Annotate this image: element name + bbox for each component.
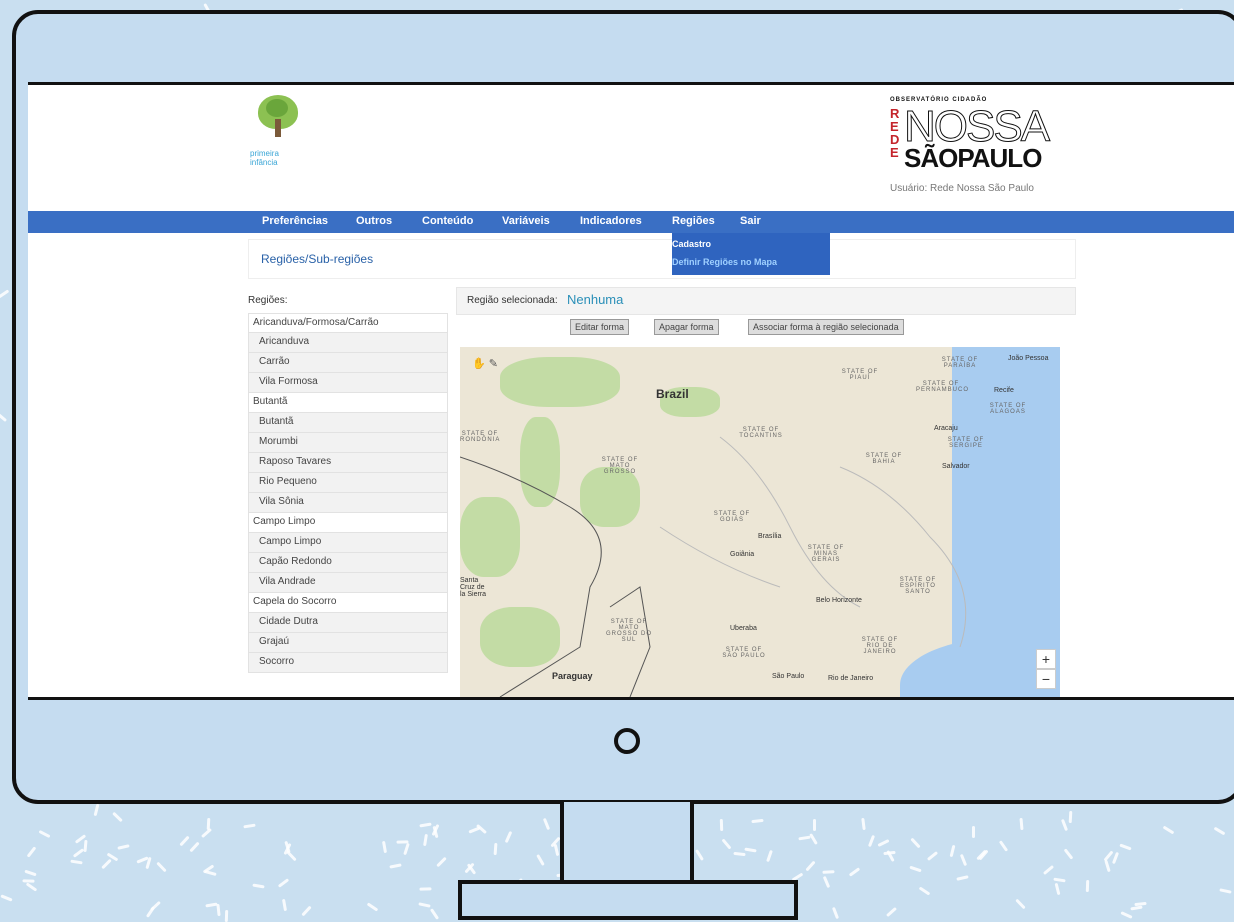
map-city-label: João Pessoa	[1008, 355, 1049, 362]
selected-region-value: Nenhuma	[567, 292, 624, 307]
subregion-item[interactable]: Campo Limpo	[248, 533, 448, 553]
browser-screen: primeira infância OBSERVATÓRIO CIDADÃO R…	[28, 82, 1234, 700]
regions-label: Regiões:	[248, 295, 288, 306]
power-button-icon	[614, 728, 640, 754]
map-state-label: STATE OF PIAUÍ	[841, 369, 879, 381]
monitor-stand-neck	[560, 802, 694, 882]
nav-preferencias[interactable]: Preferências	[262, 215, 328, 227]
subregion-item[interactable]: Raposo Tavares	[248, 453, 448, 473]
associate-shape-button[interactable]: Associar forma à região selecionada	[748, 319, 904, 335]
map-state-label: STATE OF GOIÁS	[713, 511, 751, 523]
map-city-label: Brasília	[758, 533, 782, 540]
map-city-label: Goiânia	[730, 551, 755, 558]
nav-sair[interactable]: Sair	[740, 215, 761, 227]
subregion-item[interactable]: Cidade Dutra	[248, 613, 448, 633]
map-state-label: STATE OF SÃO PAULO	[722, 647, 766, 659]
subregion-item[interactable]: Vila Formosa	[248, 373, 448, 393]
map-state-label: STATE OF RONDÔNIA	[460, 431, 501, 443]
subregion-item[interactable]: Socorro	[248, 653, 448, 673]
subregion-item[interactable]: Capão Redondo	[248, 553, 448, 573]
map-view[interactable]: ✋ ✎ Brazil Paraguay STATE OF PIAUÍ STATE…	[460, 347, 1060, 697]
user-label: Usuário: Rede Nossa São Paulo	[890, 183, 1034, 194]
monitor-frame: primeira infância OBSERVATÓRIO CIDADÃO R…	[12, 10, 1234, 804]
rede-nossa-sao-paulo-logo: OBSERVATÓRIO CIDADÃO REDE NOSSA SÃOPAULO…	[890, 97, 1060, 207]
page-title: Regiões/Sub-regiões	[261, 252, 374, 266]
subregion-item[interactable]: Vila Sônia	[248, 493, 448, 513]
subregion-item[interactable]: Morumbi	[248, 433, 448, 453]
logo-sao-paulo-text: SÃOPAULO	[904, 143, 1042, 173]
map-city-label: Recife	[994, 387, 1014, 394]
map-label-paraguay: Paraguay	[552, 671, 593, 681]
map-state-label: STATE OF PARAÍBA	[941, 357, 979, 369]
map-city-label: Aracaju	[934, 425, 958, 432]
subregion-item[interactable]: Butantã	[248, 413, 448, 433]
nav-conteudo[interactable]: Conteúdo	[422, 215, 473, 227]
region-item[interactable]: Butantã	[248, 393, 448, 413]
nav-regioes[interactable]: Regiões	[672, 215, 715, 227]
map-state-label: STATE OF ESPÍRITO SANTO	[899, 577, 937, 595]
subregion-item[interactable]: Vila Andrade	[248, 573, 448, 593]
delete-shape-button[interactable]: Apagar forma	[654, 319, 719, 335]
map-state-label: STATE OF ALAGOAS	[989, 403, 1027, 415]
map-state-label: STATE OF RIO DE JANEIRO	[861, 637, 899, 655]
logo-left-text: primeira infância	[250, 149, 279, 167]
monitor-stand-base	[458, 880, 798, 920]
region-item[interactable]: Campo Limpo	[248, 513, 448, 533]
map-city-label: Santa Cruz de la Sierra	[460, 577, 487, 598]
zoom-in-button[interactable]: +	[1036, 649, 1056, 669]
subregion-item[interactable]: Aricanduva	[248, 333, 448, 353]
subregion-item[interactable]: Grajaú	[248, 633, 448, 653]
regioes-dropdown-menu: Cadastro Definir Regiões no Mapa	[672, 233, 830, 275]
primeira-infancia-logo: primeira infância	[248, 93, 308, 173]
region-list: Aricanduva/Formosa/Carrão Aricanduva Carrã…	[248, 313, 448, 673]
map-state-label: STATE OF MINAS GERAIS	[807, 545, 845, 563]
subregion-item[interactable]: Rio Pequeno	[248, 473, 448, 493]
subregion-item[interactable]: Carrão	[248, 353, 448, 373]
main-navbar: Preferências Outros Conteúdo Variáveis I…	[28, 211, 1234, 233]
map-city-label: Rio de Janeiro	[828, 675, 874, 682]
map-city-label: Belo Horizonte	[816, 597, 862, 604]
region-item[interactable]: Aricanduva/Formosa/Carrão	[248, 313, 448, 333]
selected-region-bar: Região selecionada: Nenhuma	[456, 287, 1076, 315]
map-city-label: São Paulo	[772, 673, 805, 680]
page-header: Regiões/Sub-regiões	[248, 239, 1076, 279]
map-drawing-tools-icon[interactable]: ✋ ✎	[472, 357, 498, 370]
nav-variaveis[interactable]: Variáveis	[502, 215, 550, 227]
map-city-label: Salvador	[942, 463, 970, 470]
menu-item-cadastro[interactable]: Cadastro	[672, 239, 711, 249]
map-city-label: Uberaba	[730, 625, 757, 632]
map-state-label: STATE OF BAHIA	[865, 453, 903, 465]
nav-indicadores[interactable]: Indicadores	[580, 215, 642, 227]
edit-shape-button[interactable]: Editar forma	[570, 319, 630, 335]
map-state-label: STATE OF MATO GROSSO	[601, 457, 639, 475]
map-state-label: STATE OF MATO GROSSO DO SUL	[605, 619, 652, 643]
map-state-label: STATE OF PERNAMBUCO	[916, 381, 970, 393]
map-borders	[460, 436, 967, 697]
map-state-label: STATE OF SERGIPE	[947, 437, 985, 449]
zoom-out-button[interactable]: −	[1036, 669, 1056, 689]
map-label-brazil: Brazil	[656, 387, 689, 401]
region-item[interactable]: Capela do Socorro	[248, 593, 448, 613]
menu-item-definir-regioes[interactable]: Definir Regiões no Mapa	[672, 257, 777, 267]
map-state-label: STATE OF TOCANTINS	[739, 427, 783, 439]
selected-region-label: Região selecionada:	[467, 295, 558, 306]
nav-outros[interactable]: Outros	[356, 215, 392, 227]
logo-rede-text: REDE	[890, 106, 900, 160]
